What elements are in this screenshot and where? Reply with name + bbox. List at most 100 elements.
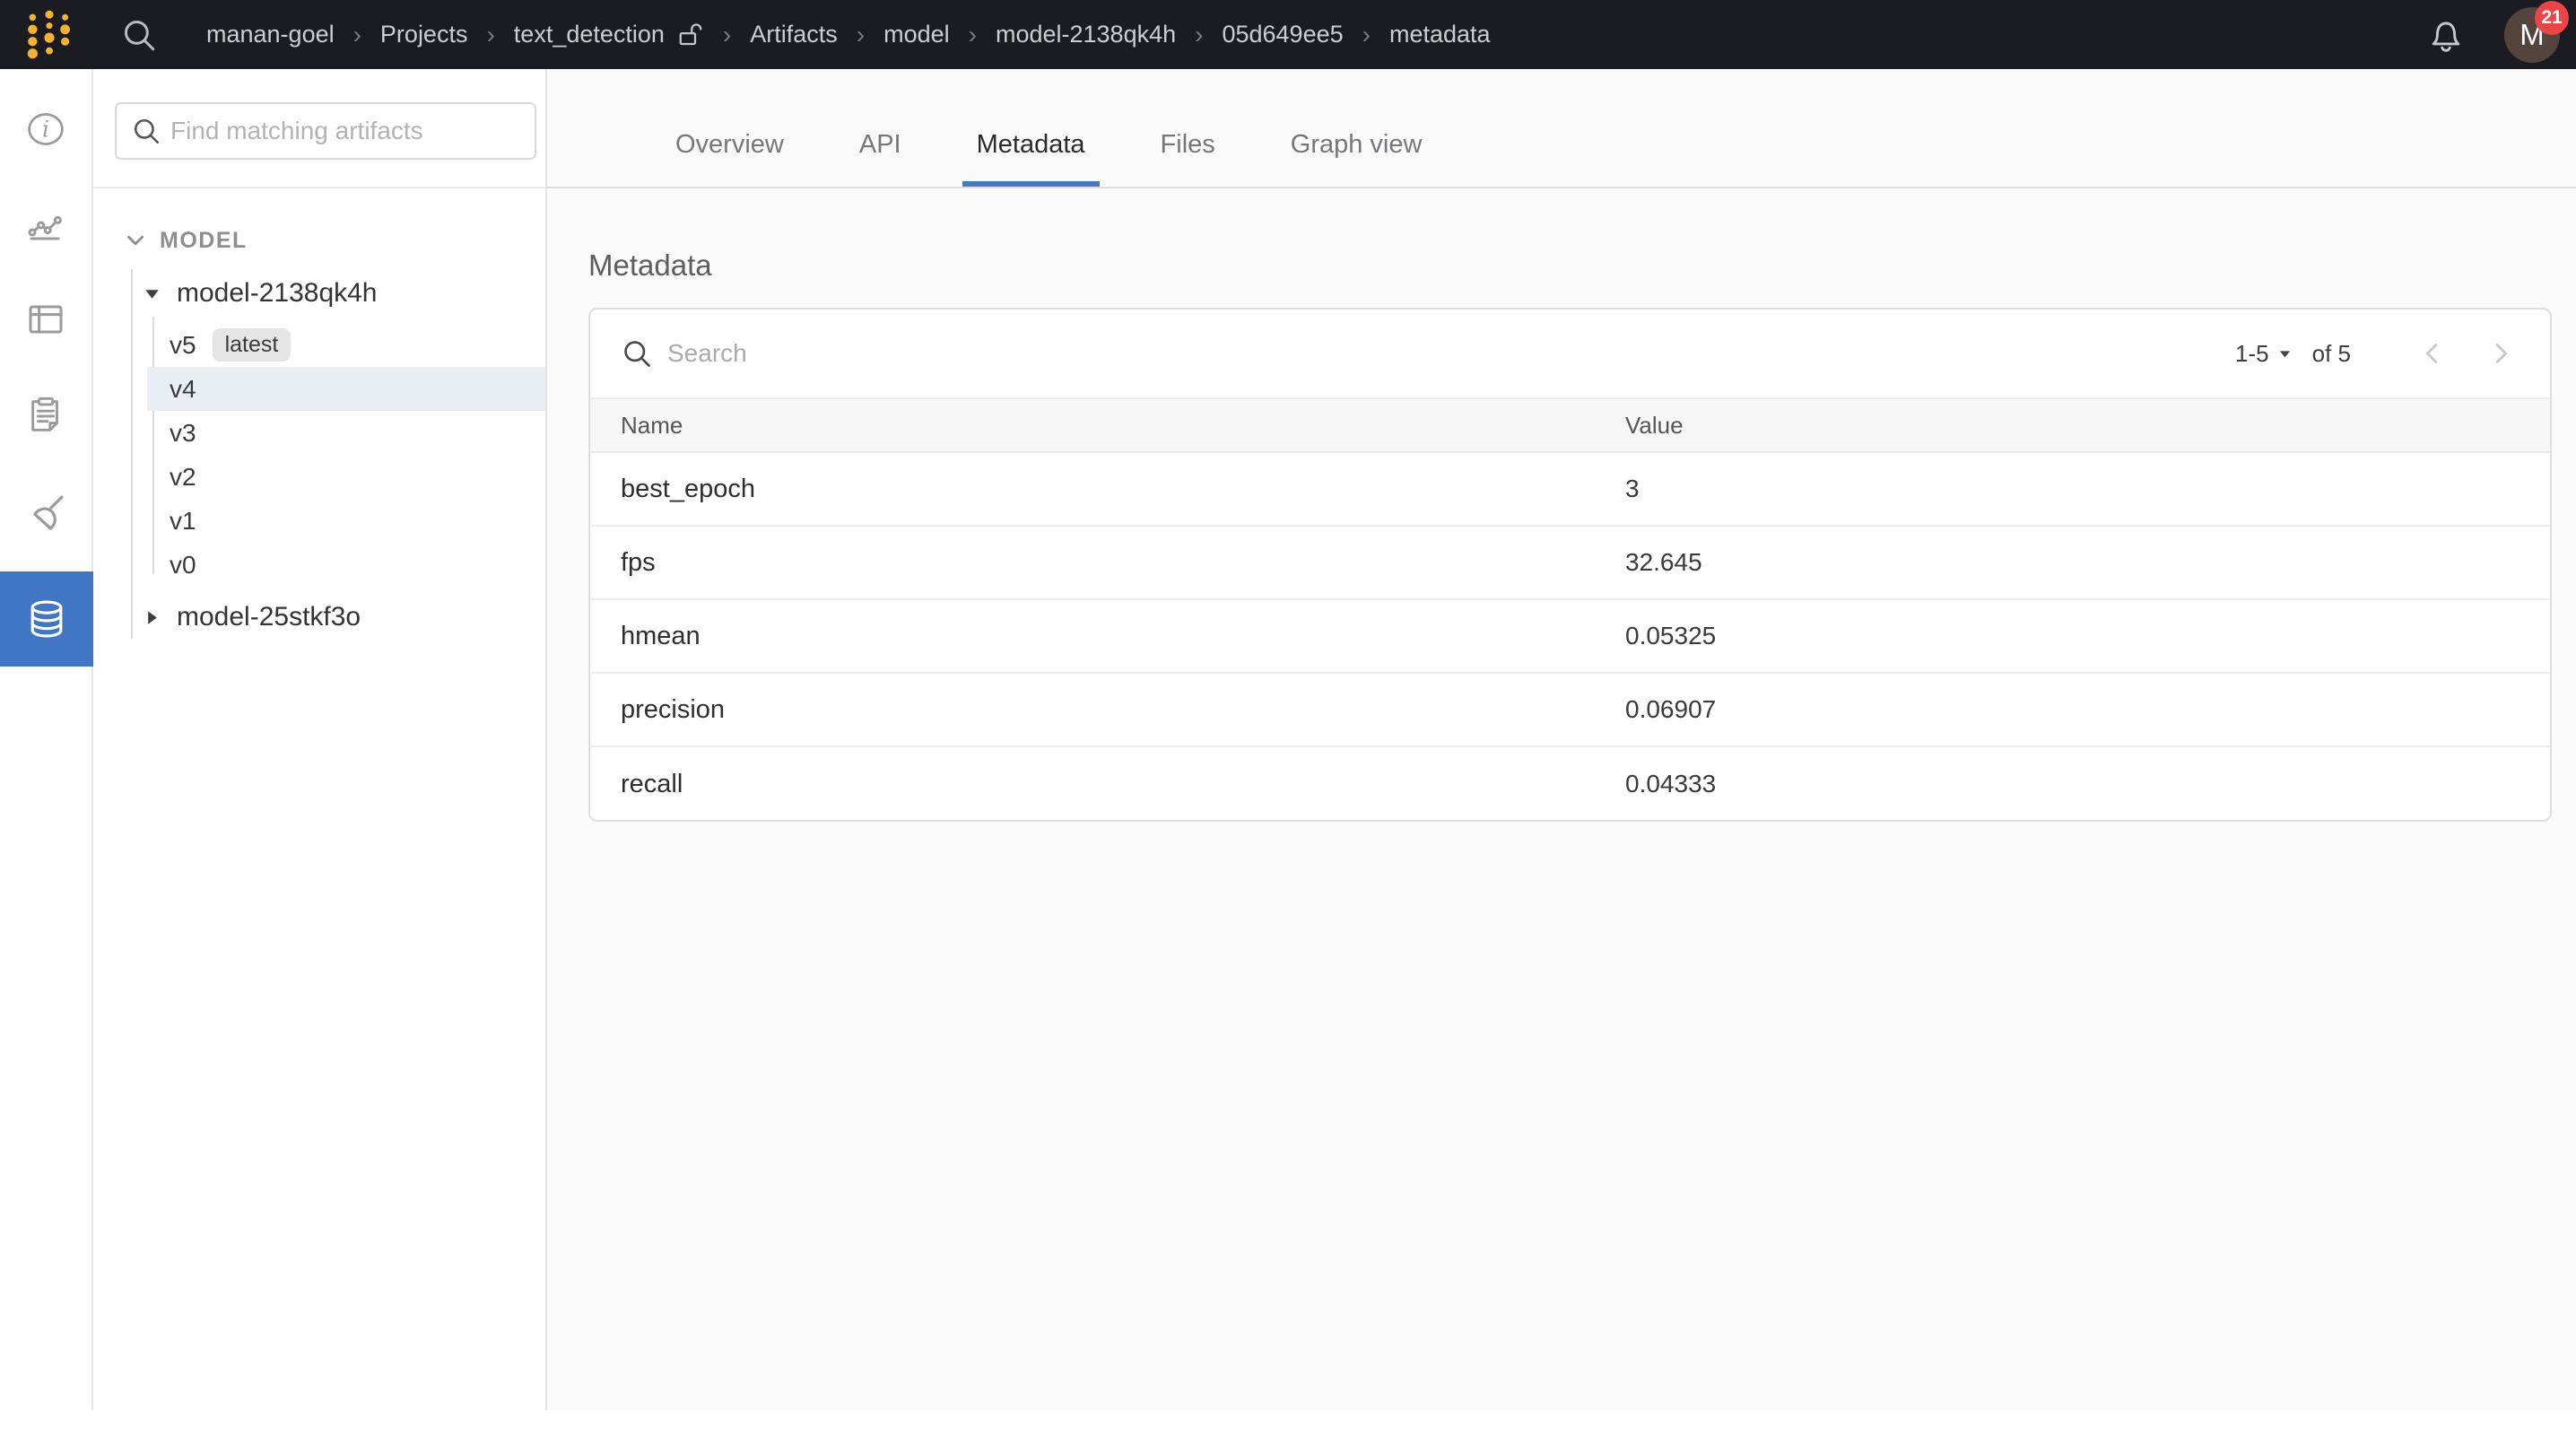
caret-right-icon[interactable] xyxy=(142,607,162,628)
reports-icon xyxy=(25,393,66,436)
rail-item-reports[interactable] xyxy=(0,367,91,462)
row-value-cell: 0.05325 xyxy=(1625,622,1716,650)
tab-api[interactable]: API xyxy=(845,130,916,187)
rail-item-artifacts[interactable] xyxy=(0,571,93,667)
wandb-logo-icon[interactable] xyxy=(23,9,75,61)
table-row[interactable]: fps32.645 xyxy=(590,527,2550,600)
caret-down-icon[interactable] xyxy=(142,283,162,304)
row-name-cell: fps xyxy=(590,548,1625,578)
artifact-name: model-25stkf3o xyxy=(177,602,361,632)
table-row[interactable]: recall0.04333 xyxy=(590,747,2550,821)
breadcrumb-item-label: 05d649ee5 xyxy=(1222,21,1343,48)
version-item-v0[interactable]: v0 xyxy=(147,543,545,587)
user-avatar[interactable]: M 21 xyxy=(2504,7,2560,63)
breadcrumb-item[interactable]: Projects xyxy=(380,21,468,48)
version-label: v5 xyxy=(170,331,196,360)
row-name-cell: hmean xyxy=(590,622,1625,651)
breadcrumb-item-label: model-2138qk4h xyxy=(996,21,1176,48)
tab-graph-view[interactable]: Graph view xyxy=(1276,130,1437,187)
row-value-cell: 32.645 xyxy=(1625,548,1702,577)
charts-icon xyxy=(24,203,67,246)
breadcrumb-item-label: text_detection xyxy=(514,21,665,48)
caret-down-icon[interactable] xyxy=(2277,346,2293,362)
breadcrumb-separator: › xyxy=(486,21,494,49)
tab-overview[interactable]: Overview xyxy=(661,130,798,187)
tree-guide-line xyxy=(131,269,133,639)
tree-section-label: MODEL xyxy=(160,228,248,254)
breadcrumb-item[interactable]: model xyxy=(883,21,950,48)
artifact-tabs: Overview API Metadata Files Graph view xyxy=(547,69,2576,188)
rail-item-charts[interactable] xyxy=(0,177,91,272)
breadcrumb-item[interactable]: text_detection xyxy=(514,21,704,49)
pagination-range[interactable]: 1-5 xyxy=(2235,340,2269,368)
breadcrumb-item-label: manan-goel xyxy=(206,21,335,48)
tab-metadata[interactable]: Metadata xyxy=(962,130,1100,187)
breadcrumb-item[interactable]: model-2138qk4h xyxy=(996,21,1176,48)
breadcrumb-item[interactable]: Artifacts xyxy=(750,21,838,48)
table-search-row: 1-5 of 5 xyxy=(590,309,2550,397)
breadcrumb-item-label: Projects xyxy=(380,21,468,48)
svg-text:i: i xyxy=(42,116,49,142)
version-item-v2[interactable]: v2 xyxy=(147,455,545,499)
row-name-cell: recall xyxy=(590,770,1625,799)
artifact-node-model-25stkf3o[interactable]: model-25stkf3o xyxy=(93,596,545,639)
column-header-value[interactable]: Value xyxy=(1625,412,1684,440)
tree-section-model[interactable]: MODEL xyxy=(93,222,545,258)
version-item-v4[interactable]: v4 xyxy=(147,367,545,411)
pagination: 1-5 of 5 xyxy=(2235,340,2514,368)
global-search-icon[interactable] xyxy=(120,16,158,54)
version-item-v5[interactable]: v5latest xyxy=(147,323,545,367)
pagination-total: of 5 xyxy=(2312,340,2351,368)
next-page-icon[interactable] xyxy=(2487,340,2514,367)
version-item-v3[interactable]: v3 xyxy=(147,411,545,455)
tab-files[interactable]: Files xyxy=(1146,130,1230,187)
breadcrumb-item-label: metadata xyxy=(1389,21,1491,48)
breadcrumb-item-label: Artifacts xyxy=(750,21,838,48)
main-content: Overview API Metadata Files Graph view Metad… xyxy=(547,69,2576,1410)
version-label: v3 xyxy=(170,419,196,448)
left-icon-rail: i xyxy=(0,69,93,1410)
breadcrumb-item[interactable]: 05d649ee5 xyxy=(1222,21,1343,48)
breadcrumb-item[interactable]: metadata xyxy=(1389,21,1491,48)
rail-item-sweeps[interactable] xyxy=(0,466,91,561)
prev-page-icon[interactable] xyxy=(2419,340,2446,367)
artifact-name: model-2138qk4h xyxy=(177,278,378,309)
breadcrumb-separator: › xyxy=(857,21,865,49)
page-title: Metadata xyxy=(588,248,712,283)
breadcrumb: manan-goel › Projects › text_detection › Artif… xyxy=(206,21,1491,49)
breadcrumb-separator: › xyxy=(1362,21,1371,49)
artifact-node-model-2138qk4h[interactable]: model-2138qk4h xyxy=(93,272,545,315)
info-icon: i xyxy=(24,109,67,150)
breadcrumb-item-label: model xyxy=(883,21,950,48)
breadcrumb-separator: › xyxy=(723,21,731,49)
chevron-down-icon xyxy=(124,229,147,252)
artifact-search-input[interactable] xyxy=(170,117,520,145)
table-row[interactable]: precision0.06907 xyxy=(590,674,2550,747)
artifact-browser-panel: MODEL model-2138qk4h v5latestv4 v3 v2 v1 v0 mo… xyxy=(93,69,547,1410)
table-row[interactable]: best_epoch3 xyxy=(590,453,2550,527)
table-row[interactable]: hmean0.05325 xyxy=(590,600,2550,674)
row-name-cell: precision xyxy=(590,695,1625,725)
rail-item-info[interactable]: i xyxy=(0,82,91,177)
table-search-input[interactable] xyxy=(667,339,1205,368)
top-navbar: manan-goel › Projects › text_detection › Artif… xyxy=(0,0,2576,69)
version-item-v1[interactable]: v1 xyxy=(147,499,545,543)
notification-count-badge: 21 xyxy=(2535,1,2569,35)
search-icon xyxy=(131,116,161,146)
row-name-cell: best_epoch xyxy=(590,475,1625,504)
breadcrumb-item[interactable]: manan-goel xyxy=(206,21,335,48)
breadcrumb-separator: › xyxy=(969,21,977,49)
row-value-cell: 3 xyxy=(1625,475,1640,503)
version-label: v1 xyxy=(170,507,196,536)
artifact-search-box[interactable] xyxy=(115,102,536,160)
search-icon xyxy=(621,337,653,370)
sweeps-icon xyxy=(23,491,68,536)
artifacts-icon xyxy=(24,597,69,641)
panel-divider xyxy=(93,187,545,188)
row-value-cell: 0.04333 xyxy=(1625,770,1716,798)
panels-icon xyxy=(24,298,67,341)
metadata-table-card: 1-5 of 5 Name Value best_epoch3fps32.645… xyxy=(588,308,2552,822)
rail-item-panels[interactable] xyxy=(0,272,91,367)
column-header-name[interactable]: Name xyxy=(590,412,1625,440)
notifications-bell-icon[interactable] xyxy=(2425,14,2467,56)
